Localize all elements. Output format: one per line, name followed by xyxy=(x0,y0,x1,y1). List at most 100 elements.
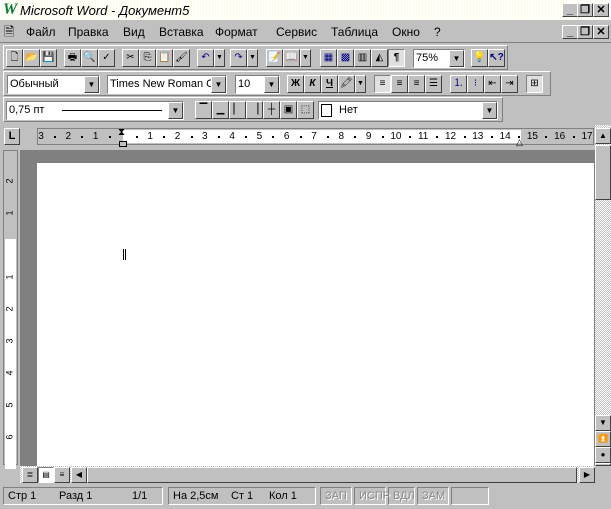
first-line-indent-marker[interactable]: ⧗ xyxy=(118,127,125,138)
open-icon[interactable]: 📂 xyxy=(23,49,40,67)
bullets-icon[interactable]: ⁝ xyxy=(467,75,484,93)
help-pointer-icon[interactable]: ↖? xyxy=(488,49,505,67)
menu-table[interactable]: Таблица xyxy=(331,25,378,39)
minimize-button[interactable]: _ xyxy=(562,3,578,17)
menu-insert[interactable]: Вставка xyxy=(159,25,204,39)
numbering-icon[interactable]: ⒈ xyxy=(450,75,467,93)
undo-dropdown-icon[interactable]: ▼ xyxy=(214,49,225,67)
redo-icon[interactable]: ↷ xyxy=(230,49,247,67)
menu-file[interactable]: Файл xyxy=(26,25,56,39)
status-extend[interactable]: ВДЛ xyxy=(388,487,415,505)
insert-hyperlink-icon[interactable]: 📖 xyxy=(283,49,300,67)
outline-view-icon[interactable]: ≡ xyxy=(54,467,70,483)
scroll-left-icon[interactable]: ◀ xyxy=(71,467,87,483)
layout-view-icon[interactable]: ▤ xyxy=(38,467,54,483)
decrease-indent-icon[interactable]: ⇤ xyxy=(484,75,501,93)
cut-icon[interactable]: ✂ xyxy=(122,49,139,67)
bold-button[interactable]: Ж xyxy=(287,75,304,93)
align-right-icon[interactable]: ≡ xyxy=(408,75,425,93)
vertical-scrollbar[interactable]: ▲ ▼ ⏫ ● xyxy=(595,125,611,466)
menu-window[interactable]: Окно xyxy=(392,25,420,39)
highlight-icon[interactable]: 🖍 xyxy=(338,75,355,93)
print-icon[interactable]: 🖶 xyxy=(64,49,81,67)
ruler-label: 1 xyxy=(147,131,153,142)
menu-view[interactable]: Вид xyxy=(123,25,145,39)
chevron-down-icon[interactable]: ▼ xyxy=(84,76,99,93)
previous-page-icon[interactable]: ⏫ xyxy=(595,431,611,447)
left-border-icon[interactable]: ▏ xyxy=(229,101,246,119)
paste-icon[interactable]: 📋 xyxy=(156,49,173,67)
italic-button[interactable]: К xyxy=(304,75,321,93)
align-center-icon[interactable]: ≡ xyxy=(391,75,408,93)
normal-view-icon[interactable]: ≣ xyxy=(22,467,38,483)
columns-icon[interactable]: ▥ xyxy=(354,49,371,67)
scroll-right-icon[interactable]: ▶ xyxy=(579,467,595,483)
font-size-combo[interactable]: 10 ▼ xyxy=(235,75,280,94)
increase-indent-icon[interactable]: ⇥ xyxy=(501,75,518,93)
copy-icon[interactable]: ⎘ xyxy=(139,49,156,67)
chevron-down-icon[interactable]: ▼ xyxy=(264,76,279,93)
status-rec[interactable]: ЗАП xyxy=(320,487,352,505)
insert-address-icon[interactable]: 📝 xyxy=(266,49,283,67)
chevron-down-icon[interactable]: ▼ xyxy=(168,102,183,119)
line-weight-combo[interactable]: 0,75 пт ▼ xyxy=(6,101,184,120)
insert-excel-icon[interactable]: ▩ xyxy=(337,49,354,67)
hscroll-thumb[interactable] xyxy=(87,467,577,483)
menu-format[interactable]: Формат xyxy=(215,25,258,39)
highlight-dropdown-icon[interactable]: ▼ xyxy=(355,75,366,93)
undo-icon[interactable]: ↶ xyxy=(197,49,214,67)
right-indent-marker[interactable]: △ xyxy=(516,137,523,148)
style-combo[interactable]: Обычный ▼ xyxy=(7,75,100,94)
borders-icon[interactable]: ⊞ xyxy=(526,75,543,93)
show-formatting-icon[interactable]: ¶ xyxy=(388,49,405,67)
left-indent-marker[interactable] xyxy=(119,141,127,147)
tab-selector[interactable]: L xyxy=(4,128,20,145)
document-icon[interactable]: 🗎 xyxy=(4,23,14,45)
ruler-tick xyxy=(163,136,166,138)
close-button[interactable]: ✕ xyxy=(593,3,609,17)
doc-restore-button[interactable]: ❐ xyxy=(577,25,593,39)
new-icon[interactable]: 🗋 xyxy=(6,49,23,67)
menu-edit[interactable]: Правка xyxy=(68,25,109,39)
justify-icon[interactable]: ☰ xyxy=(425,75,442,93)
spelling-icon[interactable]: ✓ xyxy=(98,49,115,67)
format-painter-icon[interactable]: 🖌 xyxy=(173,49,190,67)
shading-combo[interactable]: Нет ▼ xyxy=(318,101,498,120)
scroll-up-icon[interactable]: ▲ xyxy=(595,128,611,144)
office-assistant-icon[interactable]: 💡 xyxy=(471,49,488,67)
next-page-icon[interactable] xyxy=(595,463,611,466)
font-combo[interactable]: Times New Roman C ▼ xyxy=(107,75,227,94)
zoom-combo[interactable]: 75% ▼ xyxy=(413,49,465,68)
align-left-icon[interactable]: ≡ xyxy=(374,75,391,93)
doc-minimize-button[interactable]: _ xyxy=(562,25,578,39)
redo-dropdown-icon[interactable]: ▼ xyxy=(247,49,258,67)
bottom-border-icon[interactable]: ▁ xyxy=(212,101,229,119)
document-page[interactable] xyxy=(37,163,594,466)
browse-object-icon[interactable]: ● xyxy=(595,447,611,463)
horizontal-scrollbar[interactable]: ≣ ▤ ≡ ◀ ▶ xyxy=(20,466,595,483)
chevron-down-icon[interactable]: ▼ xyxy=(211,76,226,93)
scroll-thumb[interactable] xyxy=(595,145,611,200)
chevron-down-icon[interactable]: ▼ xyxy=(449,50,464,67)
drawing-icon[interactable]: ◭ xyxy=(371,49,388,67)
no-border-icon[interactable]: ⬚ xyxy=(297,101,314,119)
hyperlink-dropdown-icon[interactable]: ▼ xyxy=(300,49,311,67)
restore-button[interactable]: ❐ xyxy=(577,3,593,17)
menu-tools[interactable]: Сервис xyxy=(276,25,317,39)
inside-border-icon[interactable]: ┼ xyxy=(263,101,280,119)
menu-help[interactable]: ? xyxy=(434,25,441,39)
print-preview-icon[interactable]: 🔍 xyxy=(81,49,98,67)
underline-button[interactable]: Ч xyxy=(321,75,338,93)
status-overtype[interactable]: ЗАМ xyxy=(417,487,449,505)
insert-table-icon[interactable]: ▦ xyxy=(320,49,337,67)
right-border-icon[interactable]: ▕ xyxy=(246,101,263,119)
top-border-icon[interactable]: ▔ xyxy=(195,101,212,119)
chevron-down-icon[interactable]: ▼ xyxy=(482,102,497,119)
outside-border-icon[interactable]: ▣ xyxy=(280,101,297,119)
horizontal-ruler[interactable]: 3 2 1 1 2 3 4 5 6 7 8 9 10 11 12 13 14 15 16 17 ⧗ △ xyxy=(37,127,602,148)
save-icon[interactable]: 💾 xyxy=(40,49,57,67)
scroll-down-icon[interactable]: ▼ xyxy=(595,415,611,431)
doc-close-button[interactable]: ✕ xyxy=(593,25,609,39)
status-track-changes[interactable]: ИСПР xyxy=(354,487,390,505)
vertical-ruler[interactable]: 2 1 1 2 3 4 5 6 xyxy=(3,150,18,469)
